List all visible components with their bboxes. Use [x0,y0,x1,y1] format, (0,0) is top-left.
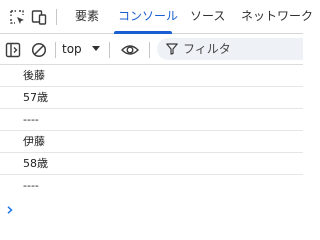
devtools-panel: 要素 コンソール ソース ネットワーク top フィルタ 後藤 57歳 ----… [0,0,313,226]
tab-sources[interactable]: ソース [190,0,225,33]
log-line: ---- [23,179,39,192]
log-line: 58歳 [0,153,303,175]
toolbar-separator [149,42,150,58]
context-selector[interactable]: top [62,40,82,58]
tab-network[interactable]: ネットワーク [241,0,313,33]
tabbar-separator [56,9,57,25]
log-line: 57歳 [0,87,303,109]
chevron-down-icon[interactable] [92,46,100,51]
devtools-tabbar: 要素 コンソール ソース ネットワーク [0,0,313,34]
log-line: 後藤 [0,65,303,87]
device-toolbar-icon[interactable] [31,9,47,25]
tab-elements[interactable]: 要素 [75,0,99,33]
log-line: 伊藤 [0,131,303,153]
tab-console[interactable]: コンソール [118,0,178,33]
inspect-element-icon[interactable] [9,9,25,25]
sidebar-toggle-icon[interactable] [5,42,21,58]
clear-console-icon[interactable] [31,42,47,58]
eye-icon[interactable] [121,42,139,58]
toolbar-separator [109,42,110,58]
console-toolbar: top フィルタ [0,34,303,65]
log-line: ---- [0,109,303,131]
console-output: 後藤 57歳 ---- 伊藤 58歳 ---- [0,65,303,197]
toolbar-separator [55,42,56,58]
prompt-chevron-icon[interactable] [6,206,14,214]
filter-icon [166,43,178,55]
filter-placeholder: フィルタ [183,42,231,56]
